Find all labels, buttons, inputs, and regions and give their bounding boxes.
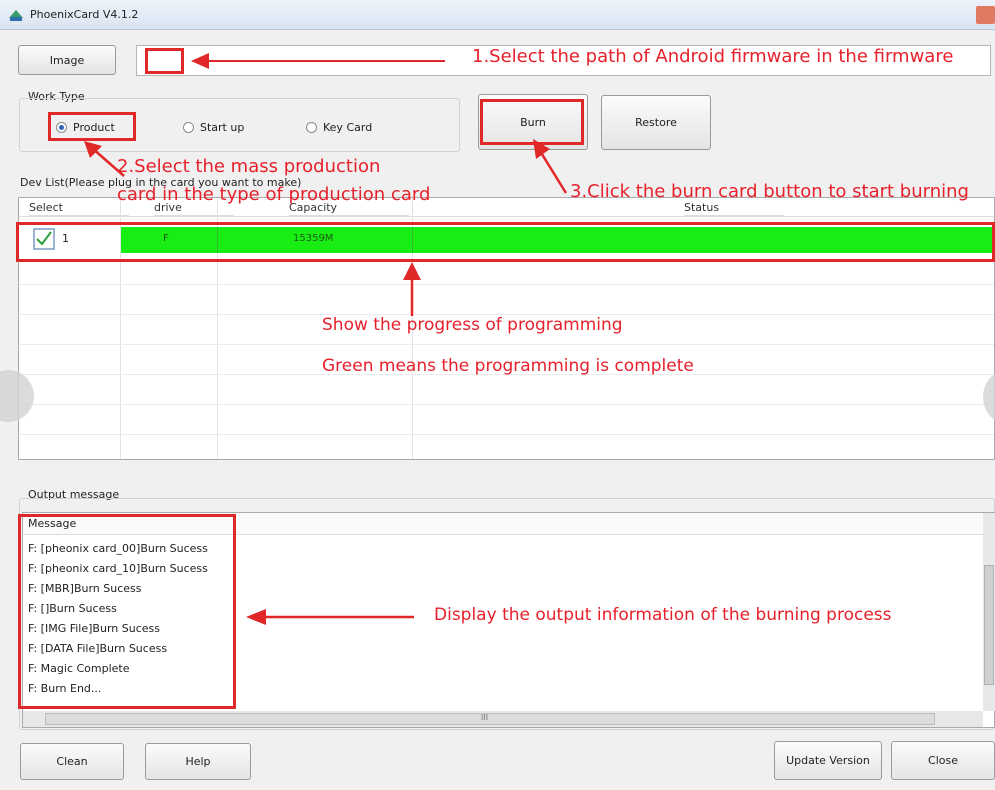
title-bar — [0, 0, 995, 30]
column-header-select[interactable]: Select — [29, 198, 129, 216]
vertical-scrollbar[interactable] — [983, 513, 995, 711]
radio-key-card-indicator — [306, 122, 317, 133]
annotation-progress-1: Show the progress of programming — [322, 315, 623, 335]
radio-key-card-label: Key Card — [323, 121, 373, 134]
image-button[interactable]: Image — [18, 45, 116, 75]
vertical-scroll-thumb[interactable] — [984, 565, 994, 685]
annotation-box-product — [48, 112, 136, 141]
grid-line — [19, 434, 994, 435]
horizontal-scrollbar[interactable]: III — [23, 711, 983, 727]
close-button[interactable]: Close — [891, 741, 995, 780]
header-divider — [19, 216, 994, 217]
annotation-step2-line2: card in the type of production card — [117, 184, 431, 205]
radio-start-up-indicator — [183, 122, 194, 133]
annotation-box-row — [16, 222, 995, 262]
radio-start-up-label: Start up — [200, 121, 245, 134]
annotation-arrow-path — [191, 53, 445, 69]
annotation-step1: 1.Select the path of Android firmware in… — [472, 46, 954, 67]
annotation-output: Display the output information of the bu… — [434, 605, 892, 625]
grid-line — [19, 404, 994, 405]
scroll-grip: III — [481, 713, 489, 722]
annotation-progress-2: Green means the programming is complete — [322, 356, 694, 376]
annotation-arrow-progress — [403, 262, 421, 316]
annotation-box-path — [145, 48, 184, 74]
annotation-arrow-product — [84, 141, 125, 177]
restore-button[interactable]: Restore — [601, 95, 711, 150]
grid-line — [19, 284, 994, 285]
annotation-arrow-burn — [533, 139, 568, 194]
clean-button[interactable]: Clean — [20, 743, 124, 780]
window-close-icon[interactable] — [976, 6, 995, 24]
annotation-box-output — [18, 514, 236, 709]
annotation-arrow-output — [246, 609, 414, 625]
annotation-step3: 3.Click the burn card button to start bu… — [570, 181, 969, 202]
annotation-step2-line1: 2.Select the mass production — [117, 156, 381, 177]
help-button[interactable]: Help — [145, 743, 251, 780]
window-title: PhoenixCard V4.1.2 — [30, 8, 139, 21]
update-version-button[interactable]: Update Version — [774, 741, 882, 780]
horizontal-scroll-thumb[interactable] — [45, 713, 935, 725]
radio-key-card[interactable]: Key Card — [306, 121, 372, 134]
grid-line — [19, 344, 994, 345]
app-icon — [9, 10, 23, 21]
radio-start-up[interactable]: Start up — [183, 121, 244, 134]
